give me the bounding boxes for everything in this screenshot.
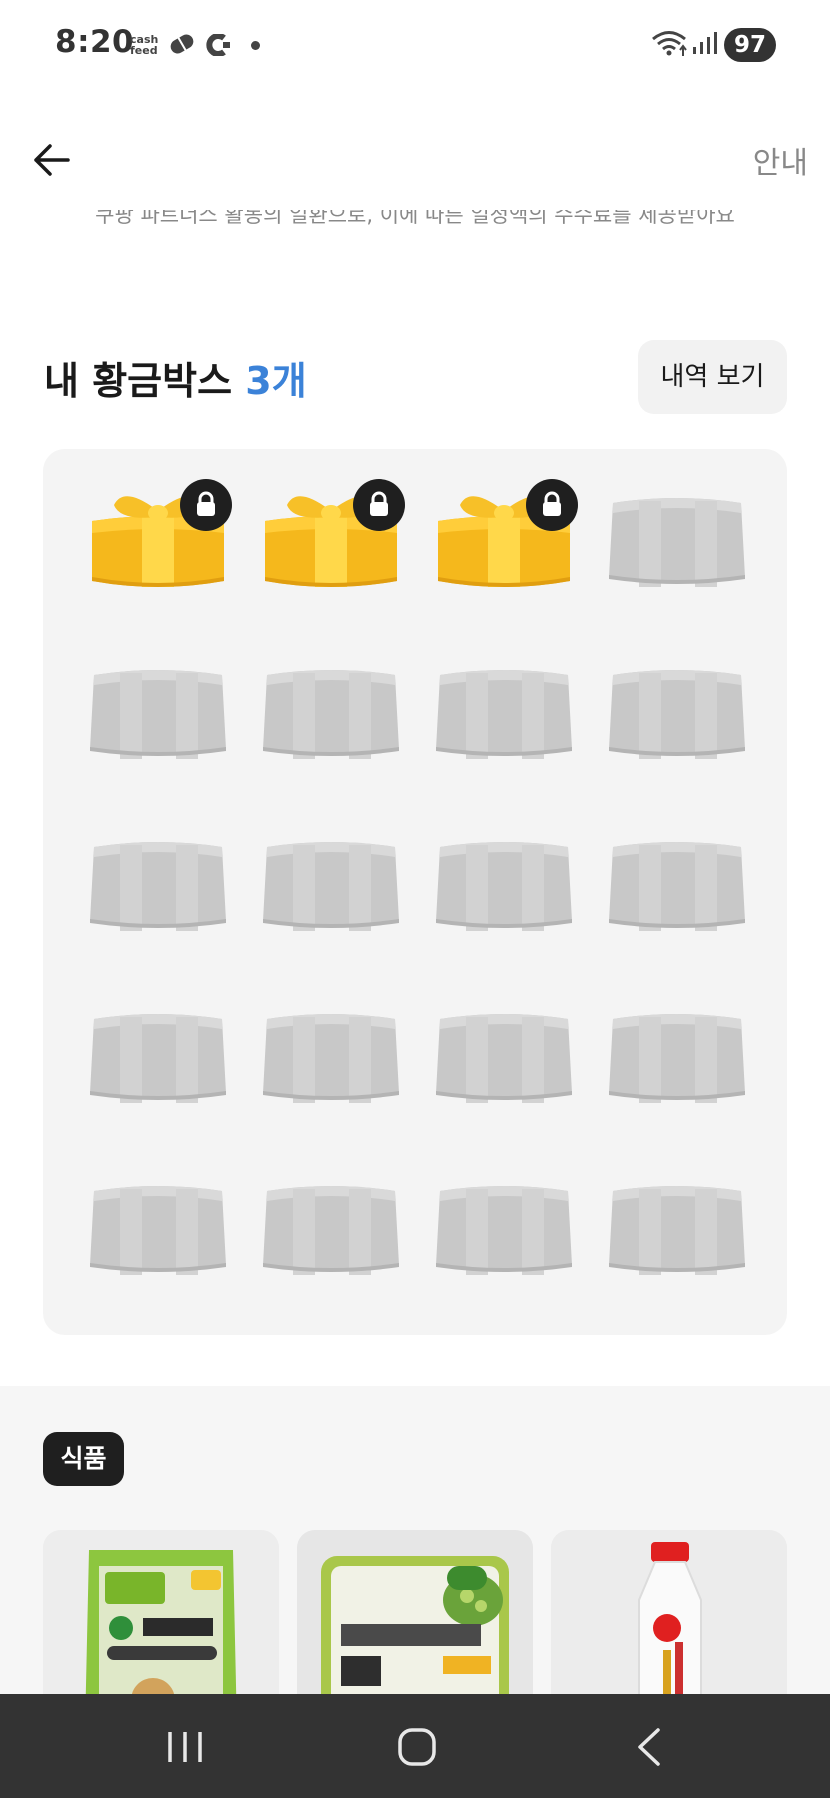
section-title: 내 황금박스 3개	[44, 350, 307, 405]
golden-box-slot-empty	[603, 653, 751, 763]
golden-box-slot-empty	[257, 653, 405, 763]
lock-icon	[180, 479, 232, 531]
wifi-icon	[652, 31, 687, 56]
battery-icon: 97	[724, 28, 776, 62]
golden-box-slot-empty	[257, 1169, 405, 1279]
lock-icon	[526, 479, 578, 531]
golden-box-slot-filled[interactable]	[430, 479, 578, 591]
history-button[interactable]: 내역 보기	[638, 340, 787, 414]
golden-box-slot-empty	[603, 481, 751, 591]
recent-apps-icon[interactable]	[155, 1722, 215, 1772]
golden-box-slot-empty	[430, 997, 578, 1107]
back-icon[interactable]	[620, 1722, 680, 1772]
golden-box-slot-empty	[84, 825, 232, 935]
navigation-bar	[0, 1694, 830, 1798]
notification-dot-icon	[251, 41, 260, 50]
golden-box-slot-empty	[430, 825, 578, 935]
signal-icon	[693, 32, 717, 54]
golden-box-slot-empty	[430, 1169, 578, 1279]
status-bar: 8:20 cash feed 97	[0, 0, 830, 92]
pill-icon	[170, 34, 194, 54]
golden-box-slot-filled[interactable]	[84, 479, 232, 591]
home-icon[interactable]	[387, 1722, 447, 1772]
golden-box-slot-empty	[603, 825, 751, 935]
arrow-left-icon[interactable]	[30, 138, 74, 182]
golden-box-slot-empty	[84, 997, 232, 1107]
golden-box-slot-empty	[84, 653, 232, 763]
partner-disclosure: 쿠팡 파트너스 활동의 일환으로, 이에 따른 일정액의 수수료를 제공받아요	[95, 210, 735, 227]
golden-box-slot-empty	[84, 1169, 232, 1279]
golden-box-slot-empty	[257, 825, 405, 935]
golden-box-slot-empty	[430, 653, 578, 763]
lock-icon	[353, 479, 405, 531]
golden-box-slot-empty	[257, 997, 405, 1107]
golden-box-grid	[43, 449, 787, 1335]
cashfeed-icon: cash feed	[130, 33, 159, 57]
golden-box-slot-empty	[603, 1169, 751, 1279]
c-app-icon	[206, 34, 230, 56]
section-title-label: 내 황금박스	[44, 359, 233, 403]
box-count: 3개	[245, 359, 307, 403]
golden-box-slot-filled[interactable]	[257, 479, 405, 591]
status-time: 8:20	[55, 24, 135, 60]
category-chip-food[interactable]: 식품	[43, 1432, 124, 1486]
guide-button[interactable]: 안내	[753, 138, 808, 182]
golden-box-slot-empty	[603, 997, 751, 1107]
